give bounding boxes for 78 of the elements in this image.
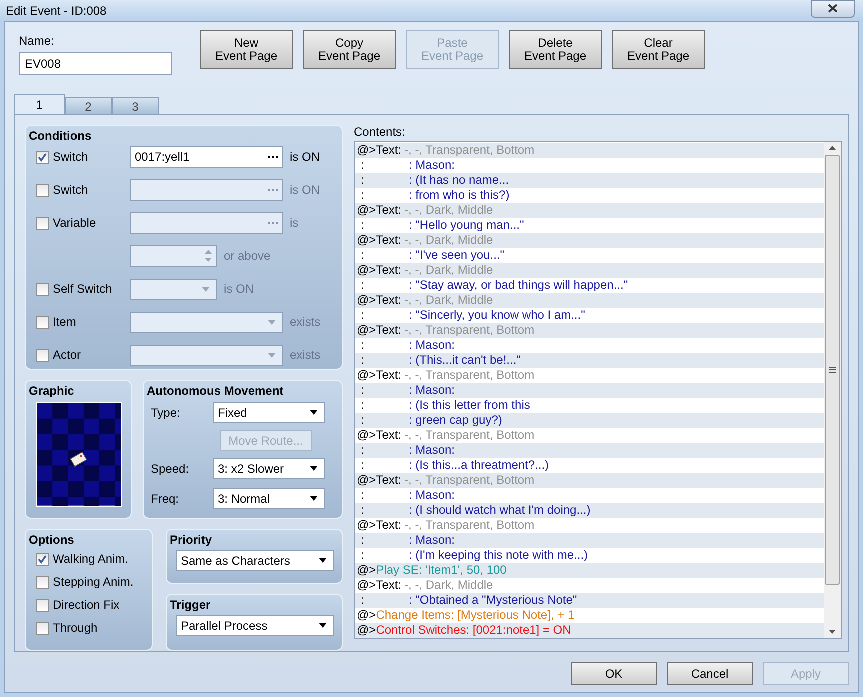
event-page-button[interactable]: Copy Event Page: [303, 30, 396, 69]
scroll-up-icon: [829, 146, 836, 150]
event-page-button[interactable]: Delete Event Page: [509, 30, 602, 69]
condition-label: Switch: [53, 149, 88, 166]
checkbox[interactable]: [36, 282, 49, 296]
movement-label: Speed:: [151, 460, 190, 478]
condition-label: Switch: [53, 182, 88, 199]
close-button[interactable]: [811, 0, 855, 18]
event-page-button[interactable]: New Event Page: [200, 30, 293, 69]
checkbox[interactable]: [36, 216, 49, 230]
trigger-select[interactable]: Parallel Process: [176, 615, 334, 636]
checkbox[interactable]: [36, 552, 49, 566]
group-title: Trigger: [169, 597, 212, 612]
page-tab[interactable]: 1: [14, 94, 65, 114]
event-page-button[interactable]: Clear Event Page: [612, 30, 705, 69]
checkbox[interactable]: [36, 348, 49, 362]
page-tab[interactable]: 3: [112, 97, 159, 114]
movement-label: Type:: [151, 404, 182, 422]
checkbox[interactable]: [36, 598, 49, 612]
picker-field[interactable]: [130, 179, 283, 201]
dropdown[interactable]: [130, 278, 217, 300]
movement-select[interactable]: 3: x2 Slower: [213, 458, 325, 479]
grip-icon: [829, 367, 836, 373]
caret-icon: [268, 352, 276, 358]
checkbox[interactable]: [36, 622, 49, 634]
priority-select[interactable]: Same as Characters: [176, 550, 334, 571]
scroll-down-icon: [829, 630, 836, 634]
window-title: Edit Event - ID:008: [6, 2, 107, 20]
option-label: Direction Fix: [53, 597, 120, 614]
dialog-button[interactable]: Cancel: [667, 662, 753, 685]
name-field[interactable]: EV008: [19, 52, 172, 75]
checkbox[interactable]: [36, 316, 49, 328]
caret-icon: [310, 496, 318, 501]
caret-icon: [319, 623, 327, 628]
caret-icon: [310, 410, 318, 415]
group-title: Autonomous Movement: [146, 383, 285, 398]
checkbox[interactable]: [36, 184, 49, 196]
condition-label: Variable: [53, 215, 96, 232]
movement-label: Freq:: [151, 490, 180, 508]
caret-icon: [268, 320, 276, 324]
condition-suffix: exists: [290, 314, 321, 331]
checkbox[interactable]: [36, 576, 49, 588]
caret-icon: [319, 558, 327, 563]
caret-icon: [310, 466, 318, 471]
option-label: Walking Anim.: [53, 551, 129, 568]
option-label: Through: [53, 620, 98, 637]
group-title: Graphic: [28, 383, 76, 398]
check-icon: [38, 152, 47, 162]
number-spinner[interactable]: [130, 245, 217, 267]
option-label: Stepping Anim.: [53, 574, 134, 591]
condition-label: Self Switch: [53, 281, 112, 298]
spinner-arrows-icon: [205, 250, 212, 262]
group-title: Priority: [169, 532, 214, 547]
movement-select[interactable]: 3: Normal: [213, 488, 325, 509]
dropdown[interactable]: [130, 344, 283, 366]
dialog-button[interactable]: OK: [571, 662, 657, 685]
condition-suffix: is: [290, 215, 299, 232]
close-icon: [828, 4, 838, 13]
condition-suffix: is ON: [290, 182, 320, 199]
name-label: Name:: [19, 33, 54, 50]
movement-select[interactable]: Fixed: [213, 402, 325, 423]
caret-icon: [202, 286, 210, 292]
picker-field[interactable]: 0017:yell1: [130, 146, 283, 168]
condition-label: Item: [53, 314, 76, 331]
dropdown[interactable]: [130, 312, 283, 332]
condition-suffix: exists: [290, 347, 321, 364]
condition-label: Actor: [53, 347, 82, 364]
picker-field[interactable]: [130, 212, 283, 234]
condition-suffix: is ON: [290, 149, 320, 166]
contents-label: Contents:: [354, 124, 406, 141]
group-title: Options: [28, 532, 76, 547]
condition-suffix: or above: [224, 248, 271, 265]
check-icon: [38, 554, 47, 564]
page-tab[interactable]: 2: [65, 97, 112, 114]
condition-suffix: is ON: [224, 281, 254, 298]
group-title: Conditions: [28, 128, 93, 143]
checkbox[interactable]: [36, 150, 49, 164]
scrollbar[interactable]: [824, 142, 841, 638]
